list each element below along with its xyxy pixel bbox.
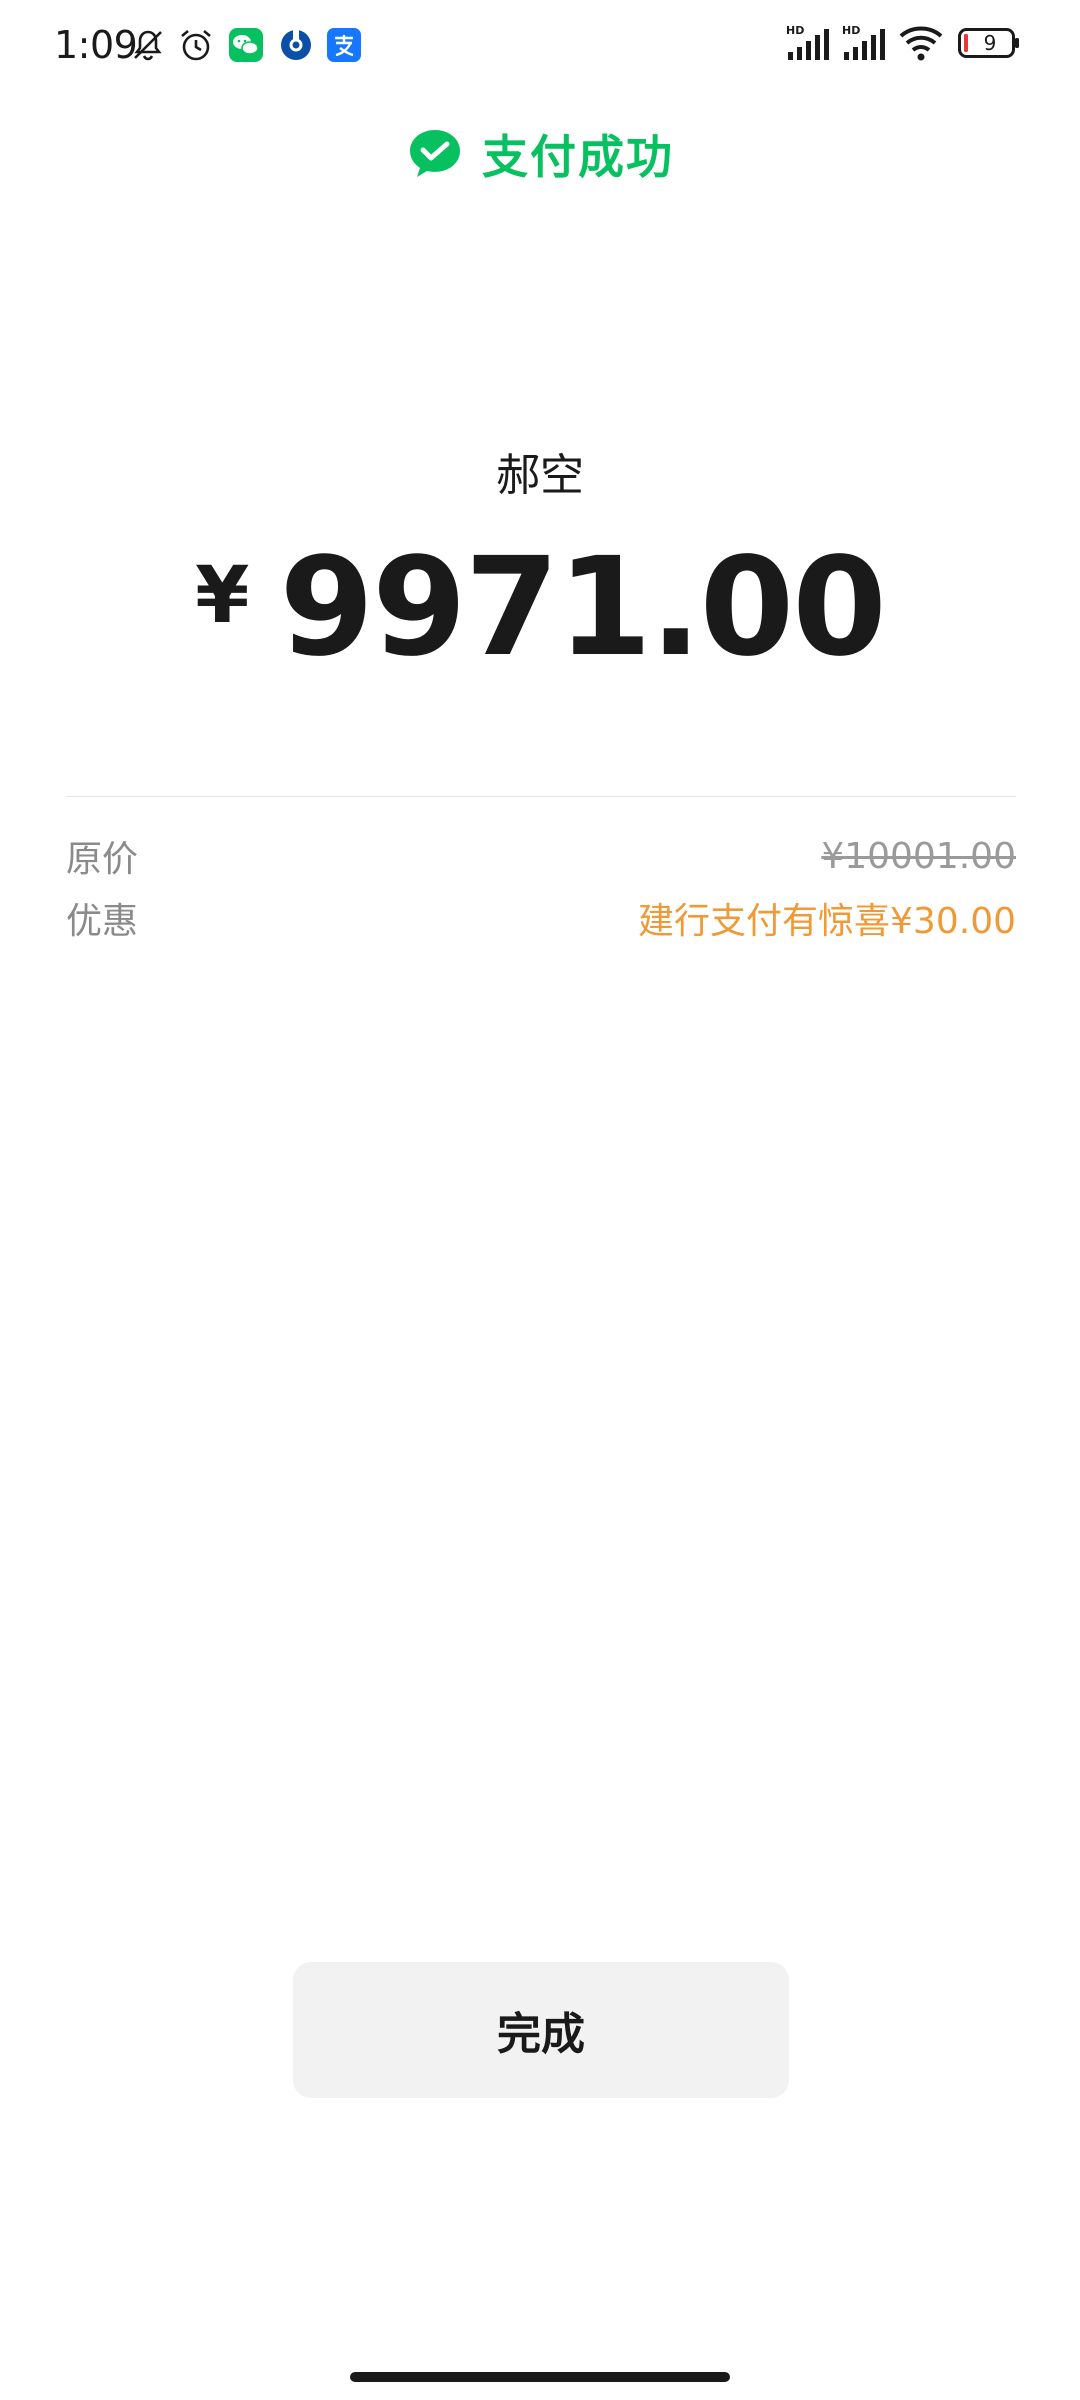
discount-label: 优惠 <box>66 901 139 942</box>
status-time: 1:09 <box>54 23 138 67</box>
ccb-app-icon <box>281 30 311 60</box>
alipay-app-icon <box>327 28 361 62</box>
payment-success-screen: 1:09 HD HD 9 支付成功 郝空 ¥ 9971.00 原价 ¥10001… <box>0 0 1080 2400</box>
home-indicator[interactable] <box>350 2372 730 2382</box>
signal-hd-1-icon: HD <box>786 24 829 60</box>
payment-success-header: 支付成功 <box>0 118 1080 190</box>
wechat-pay-check-icon <box>410 130 460 177</box>
alarm-icon <box>181 30 211 61</box>
original-price-row: 原价 ¥10001.00 <box>66 828 1016 884</box>
signal-hd-2-icon: HD <box>842 24 885 60</box>
payee-name: 郝空 <box>496 450 584 501</box>
divider <box>66 796 1016 797</box>
svg-text:HD: HD <box>842 24 860 37</box>
wifi-icon <box>899 26 943 61</box>
svg-text:HD: HD <box>786 24 804 37</box>
amount-value: 9971.00 <box>279 529 886 687</box>
done-button[interactable]: 完成 <box>293 1962 789 2098</box>
discount-value: 建行支付有惊喜¥30.00 <box>638 901 1016 942</box>
discount-row: 优惠 建行支付有惊喜¥30.00 <box>66 890 1016 946</box>
wechat-app-icon <box>229 28 263 62</box>
battery-level: 9 <box>983 31 997 55</box>
currency-symbol: ¥ <box>195 551 250 641</box>
original-price-label: 原价 <box>66 839 139 880</box>
battery-icon: 9 <box>958 28 1020 58</box>
status-bar: 1:09 HD HD 9 <box>0 0 1080 92</box>
original-price-value: ¥10001.00 <box>821 835 1016 877</box>
bell-off-icon <box>134 30 162 61</box>
page-title: 支付成功 <box>482 130 674 184</box>
payment-amount: ¥ 9971.00 <box>0 528 1080 688</box>
